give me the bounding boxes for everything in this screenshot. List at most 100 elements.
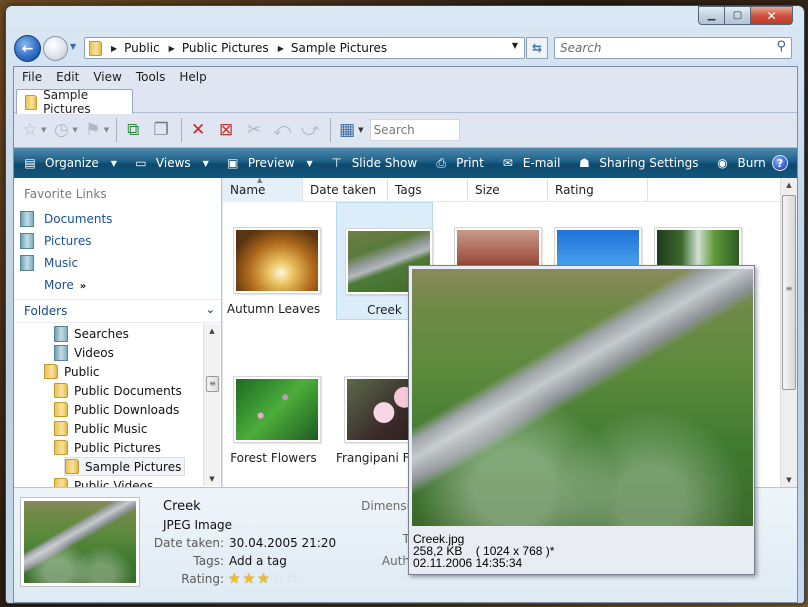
refresh-button[interactable]: ⇆ [526, 37, 548, 59]
tree-item[interactable]: Videos [54, 343, 114, 362]
redo-icon[interactable]: ⤻ [298, 118, 322, 142]
star-filled-icon[interactable]: ★ [228, 572, 241, 586]
minimize-button[interactable]: ▁ [698, 6, 724, 25]
folders-header[interactable]: Folders ⌄ [14, 299, 221, 323]
breadcrumb-arrow-icon[interactable]: ▶ [278, 44, 284, 53]
toolbar-search-input[interactable]: Search [369, 119, 460, 141]
windows-flag-icon[interactable]: ⚑ [81, 118, 105, 142]
command-e-mail[interactable]: ✉ E-mail [500, 155, 561, 171]
tab-sample-pictures[interactable]: Sample Pictures [16, 88, 133, 116]
favorite-label: Music [44, 256, 79, 270]
column-size[interactable]: Size [468, 178, 548, 202]
command-sharing-settings[interactable]: ☗ Sharing Settings [576, 155, 699, 171]
pictures-library-icon [20, 233, 34, 249]
breadcrumb-arrow-icon[interactable]: ▶ [111, 44, 117, 53]
chevron-down-icon[interactable]: ▼ [307, 159, 313, 168]
command-label: Views [155, 156, 191, 170]
creek-image [24, 501, 136, 583]
menu-view[interactable]: View [93, 70, 121, 84]
undo-icon[interactable]: ⤺ [270, 118, 294, 142]
chevron-down-icon[interactable]: ▼ [104, 126, 109, 134]
close-button[interactable]: ✕ [750, 6, 793, 25]
tree-item[interactable]: Public Videos [54, 476, 153, 487]
address-bar[interactable]: ▶ Public ▶ Public Pictures ▶ Sample Pict… [84, 37, 525, 59]
rating-stars[interactable]: ★ ★ ★ ☆ ☆ [228, 572, 301, 586]
command-preview[interactable]: ▣ Preview ▼ [225, 155, 313, 171]
address-dropdown-icon[interactable]: ▼ [512, 41, 518, 50]
scroll-up-icon[interactable]: ▲ [204, 327, 220, 335]
favorites-more-link[interactable]: More » [44, 278, 86, 292]
close-window-icon[interactable]: ⊠ [214, 118, 238, 142]
chevron-down-icon[interactable]: ▼ [41, 126, 46, 134]
breadcrumb-public-pictures[interactable]: Public Pictures [182, 41, 269, 55]
file-item[interactable]: Forest Flowers [225, 351, 322, 469]
scroll-down-icon[interactable]: ▼ [204, 475, 220, 483]
command-organize[interactable]: ▤ Organize ▼ [22, 155, 117, 171]
menu-file[interactable]: File [22, 70, 42, 84]
command-burn[interactable]: ◉ Burn [715, 155, 765, 171]
breadcrumb-public[interactable]: Public [124, 41, 160, 55]
title-label: T [402, 532, 410, 546]
chevron-down-icon[interactable]: ▼ [358, 126, 363, 134]
tree-item[interactable]: Public [44, 362, 100, 381]
command-print[interactable]: ⎙ Print [433, 155, 483, 171]
chevron-down-icon[interactable]: ▼ [203, 159, 209, 168]
star-filled-icon[interactable]: ★ [257, 572, 270, 586]
column-rating[interactable]: Rating [548, 178, 648, 202]
tree-item[interactable]: Public Downloads [54, 400, 179, 419]
recent-pages-dropdown[interactable]: ▼ [70, 42, 80, 52]
tree-item[interactable]: Sample Pictures [64, 457, 186, 476]
views-grid-icon[interactable]: ▦ [335, 118, 359, 142]
menu-edit[interactable]: Edit [56, 70, 79, 84]
new-window-icon[interactable]: ⧉ [121, 118, 145, 142]
star-empty-icon[interactable]: ☆ [286, 572, 299, 586]
tags-value[interactable]: Add a tag [229, 554, 287, 568]
tree-item[interactable]: Public Pictures [54, 438, 161, 457]
chevron-down-icon[interactable]: ▼ [72, 126, 77, 134]
tree-item[interactable]: Public Documents [54, 381, 182, 400]
star-empty-icon[interactable]: ☆ [272, 572, 285, 586]
delete-icon[interactable]: ✕ [186, 118, 210, 142]
back-button[interactable]: ← [14, 35, 41, 62]
star-filled-icon[interactable]: ★ [243, 572, 256, 586]
history-clock-icon[interactable]: ◷ [49, 118, 73, 142]
cut-icon[interactable]: ✂ [242, 118, 266, 142]
folder-tree-scrollbar[interactable]: ▲ ≡ ▼ [203, 324, 220, 486]
grip-icon: ≡ [785, 284, 793, 293]
chevron-down-icon[interactable]: ▼ [111, 159, 117, 168]
scroll-thumb[interactable]: ≡ [782, 195, 796, 390]
help-icon[interactable]: ? [772, 155, 788, 171]
file-item[interactable]: Autumn Leaves [225, 202, 322, 320]
scroll-down-icon[interactable]: ▼ [781, 476, 797, 484]
forward-button[interactable] [43, 36, 68, 61]
favorite-links-heading: Favorite Links [24, 187, 107, 201]
favorites-star-icon[interactable]: ☆ [18, 118, 42, 142]
command-slide-show[interactable]: ⊤ Slide Show [329, 155, 417, 171]
chevron-down-icon[interactable]: ⌄ [206, 303, 215, 316]
column-name[interactable]: ▲ Name [223, 176, 303, 202]
folder-icon [54, 440, 68, 455]
menu-help[interactable]: Help [179, 70, 206, 84]
search-input[interactable]: Search ⚲ [554, 37, 792, 59]
scroll-thumb[interactable]: ≡ [206, 376, 219, 392]
breadcrumb-sample-pictures[interactable]: Sample Pictures [291, 41, 387, 55]
tree-item[interactable]: Public Music [54, 419, 147, 438]
favorite-documents[interactable]: Documents [20, 211, 112, 227]
tree-item[interactable]: Searches [54, 324, 129, 343]
file-list-scrollbar[interactable]: ▲ ≡ ▼ [780, 178, 797, 487]
cascade-windows-icon[interactable]: ❐ [149, 118, 173, 142]
favorite-music[interactable]: Music [20, 255, 78, 271]
column-date-taken[interactable]: Date taken [303, 178, 388, 202]
details-file-type: JPEG Image [163, 518, 233, 532]
dimensions-label: Dimensi [361, 499, 410, 513]
column-tags[interactable]: Tags [388, 178, 468, 202]
back-arrow-icon: ← [21, 40, 34, 57]
favorite-pictures[interactable]: Pictures [20, 233, 92, 249]
menu-tools[interactable]: Tools [136, 70, 166, 84]
maximize-button[interactable]: ▢ [724, 6, 750, 25]
command-views[interactable]: ▭ Views ▼ [133, 155, 209, 171]
search-icon[interactable]: ⚲ [776, 39, 786, 54]
documents-library-icon [20, 211, 34, 227]
breadcrumb-arrow-icon[interactable]: ▶ [169, 44, 175, 53]
scroll-up-icon[interactable]: ▲ [781, 181, 797, 189]
